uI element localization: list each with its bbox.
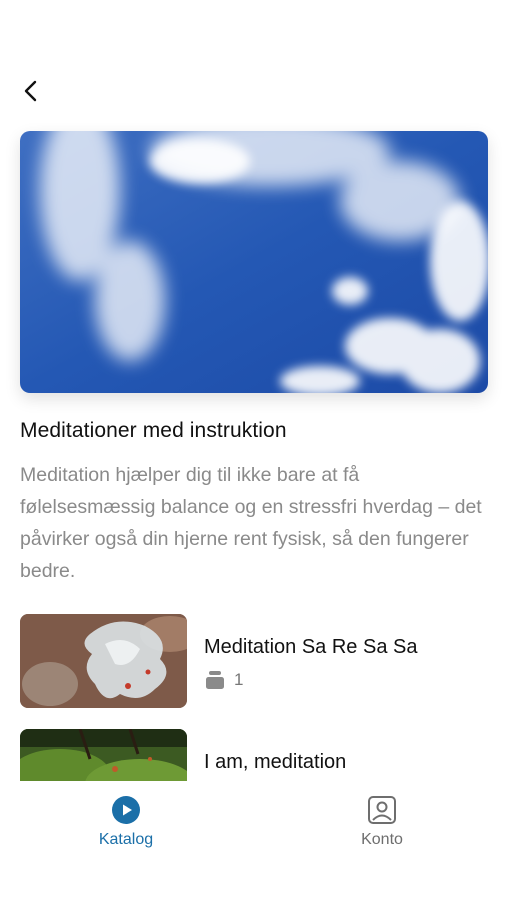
- collection-description: Meditation hjælper dig til ikke bare at …: [20, 464, 482, 582]
- list-item[interactable]: I am, meditation: [0, 729, 507, 781]
- item-count: 1: [234, 670, 244, 689]
- tab-label: Katalog: [98, 831, 154, 848]
- tab-bar: Katalog Konto: [0, 781, 507, 861]
- item-thumbnail: [20, 614, 187, 708]
- item-title: I am, meditation: [204, 751, 347, 773]
- tab-label: Konto: [361, 831, 403, 848]
- tab-katalog[interactable]: Katalog: [66, 795, 186, 849]
- collection-title: Meditationer med instruktion: [20, 419, 287, 442]
- item-thumbnail: [20, 729, 187, 781]
- play-circle-icon: [112, 796, 140, 824]
- meditation-list: Meditation Sa Re Sa Sa 1 I am, meditatio…: [0, 614, 507, 781]
- stack-icon: [206, 671, 224, 689]
- list-item[interactable]: Meditation Sa Re Sa Sa 1: [0, 614, 507, 709]
- item-title: Meditation Sa Re Sa Sa: [204, 636, 418, 658]
- item-meta: 1: [204, 670, 243, 690]
- hero-image: [20, 131, 488, 393]
- chevron-left-icon: [24, 80, 37, 102]
- tab-konto[interactable]: Konto: [322, 795, 442, 849]
- back-button[interactable]: [14, 74, 48, 108]
- account-icon: [368, 796, 396, 824]
